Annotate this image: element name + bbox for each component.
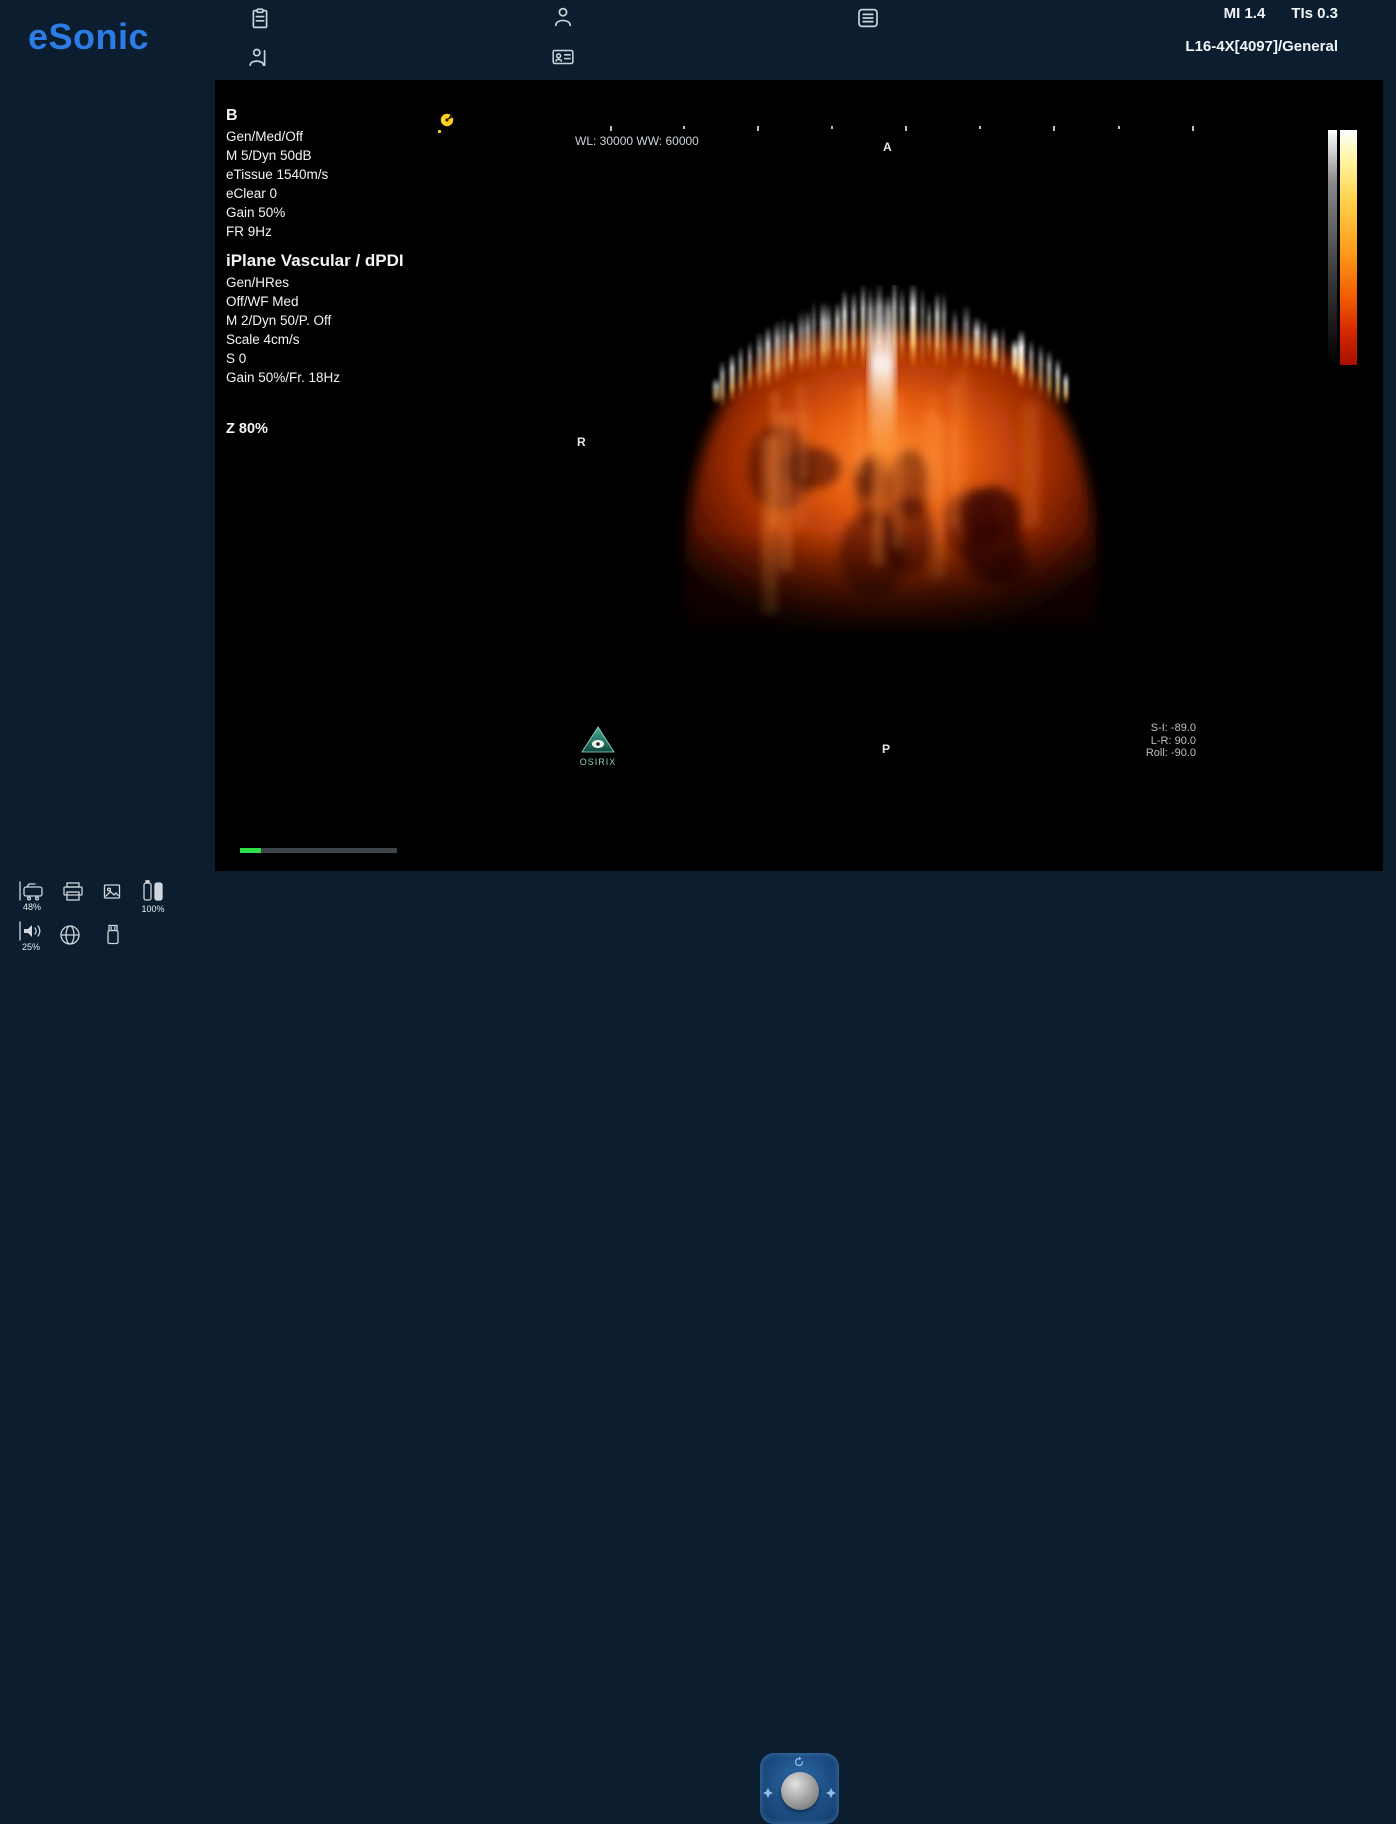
top-bar: eSonic MI 1.4 TIs 0.3 L16-4X[4097 [0, 0, 1396, 80]
iplane-param-line: M 2/Dyn 50/P. Off [226, 311, 404, 330]
ruler-tick [831, 126, 833, 129]
probe-orientation-icon [436, 113, 456, 135]
iplane-param-line: Gen/HRes [226, 273, 404, 292]
user-icon[interactable] [551, 5, 575, 29]
imaging-parameters: B Gen/Med/OffM 5/Dyn 50dBeTissue 1540m/s… [226, 106, 404, 439]
esonic-logo: eSonic [28, 16, 149, 58]
mi-value: MI 1.4 [1224, 5, 1266, 22]
iplane-param-line: Scale 4cm/s [226, 330, 404, 349]
volume-percent: 25% [18, 942, 44, 952]
grayscale-colorbar [1328, 130, 1337, 365]
id-card-icon[interactable] [551, 45, 575, 69]
move-left-icon[interactable] [762, 1787, 774, 1799]
angle-readout: Roll: -90.0 [1146, 747, 1196, 760]
ruler-tick [610, 126, 612, 131]
vascular-3d-render [655, 285, 1125, 655]
orientation-marker-a: A [883, 140, 892, 154]
zoom-level: Z 80% [226, 420, 404, 439]
bmode-param-line: Gen/Med/Off [226, 127, 404, 146]
volume-indicator[interactable]: 25% [18, 921, 44, 952]
ruler-tick [905, 126, 907, 131]
iplane-title: iPlane Vascular / dPDI [226, 251, 404, 270]
ruler-tick [1118, 126, 1120, 129]
ruler-tick [1053, 126, 1055, 131]
angle-readout: S-I: -89.0 [1146, 722, 1196, 735]
battery-percent: 100% [140, 904, 166, 914]
probe-battery-indicator[interactable]: 48% [18, 881, 46, 912]
usb-storage-icon[interactable] [104, 923, 122, 947]
ruler-tick [757, 126, 759, 131]
tis-value: TIs 0.3 [1291, 5, 1338, 22]
image-viewport: B Gen/Med/OffM 5/Dyn 50dBeTissue 1540m/s… [215, 80, 1383, 871]
angle-readout: L-R: 90.0 [1146, 735, 1196, 748]
trackball[interactable] [781, 1772, 819, 1810]
bmode-param-line: Gain 50% [226, 203, 404, 222]
rotate-icon[interactable] [793, 1756, 805, 1768]
cine-progress-bar [240, 848, 397, 853]
battery-indicator[interactable]: 100% [140, 879, 166, 914]
doppler-colorbar [1340, 130, 1357, 365]
worklist-icon[interactable] [248, 7, 272, 31]
bmode-param-line: M 5/Dyn 50dB [226, 146, 404, 165]
ruler-tick [1192, 126, 1194, 131]
iplane-param-line: Gain 50%/Fr. 18Hz [226, 368, 404, 387]
status-bar: 48% 100% 25% [0, 871, 1396, 966]
trackball-widget[interactable] [760, 1753, 839, 1824]
orientation-angles: S-I: -89.0L-R: 90.0Roll: -90.0 [1146, 722, 1196, 760]
osirix-logo: OSIRIX [578, 726, 618, 767]
image-storage-icon[interactable] [102, 882, 122, 902]
iplane-param-line: Off/WF Med [226, 292, 404, 311]
bmode-params: Gen/Med/OffM 5/Dyn 50dBeTissue 1540m/seC… [226, 127, 404, 241]
bmode-title: B [226, 106, 404, 125]
ruler-tick [683, 126, 685, 129]
move-right-icon[interactable] [825, 1787, 837, 1799]
exam-list-icon[interactable] [856, 6, 880, 30]
patient-icon[interactable] [246, 46, 270, 70]
osirix-label: OSIRIX [578, 757, 618, 767]
printer-icon[interactable] [60, 881, 86, 903]
orientation-marker-r: R [577, 435, 586, 449]
iplane-param-line: S 0 [226, 349, 404, 368]
acoustic-output-block: MI 1.4 TIs 0.3 L16-4X[4097]/General [1185, 5, 1338, 55]
probe-battery-percent: 48% [18, 902, 46, 912]
bmode-param-line: eClear 0 [226, 184, 404, 203]
ruler-tick [979, 126, 981, 129]
bmode-param-line: FR 9Hz [226, 222, 404, 241]
network-globe-icon[interactable] [58, 923, 82, 947]
window-level-readout: WL: 30000 WW: 60000 [575, 134, 699, 148]
probe-preset-label[interactable]: L16-4X[4097]/General [1185, 38, 1338, 55]
iplane-params: Gen/HResOff/WF MedM 2/Dyn 50/P. OffScale… [226, 273, 404, 387]
bmode-param-line: eTissue 1540m/s [226, 165, 404, 184]
cine-progress-fill [240, 848, 261, 853]
orientation-marker-p: P [882, 742, 890, 756]
